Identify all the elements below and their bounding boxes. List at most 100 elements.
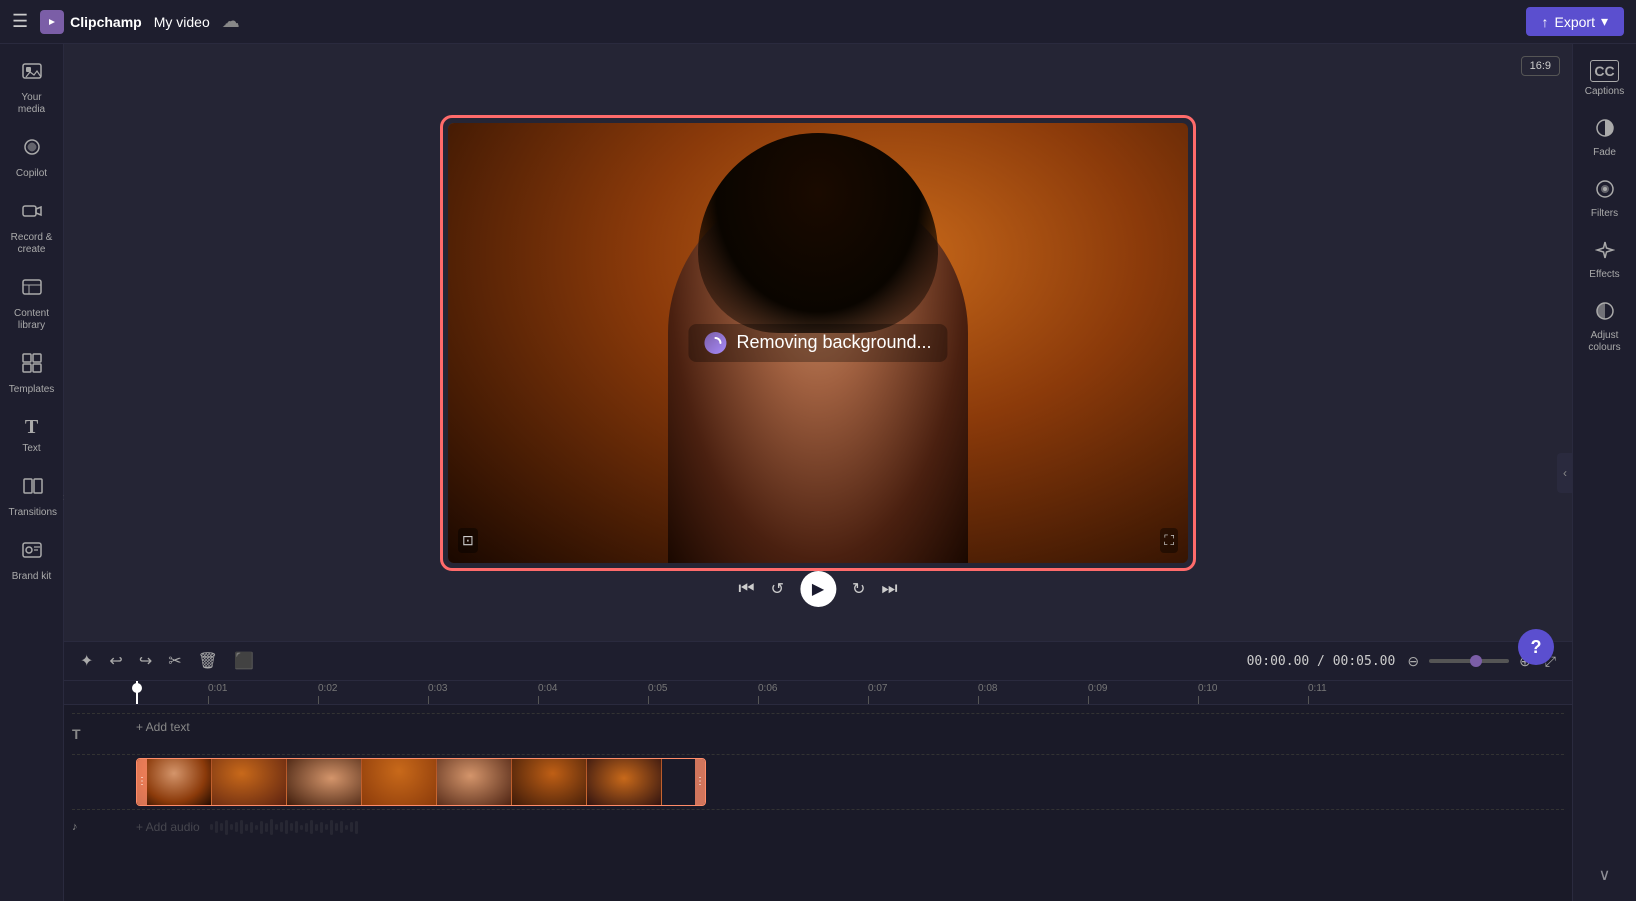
clip-handle-dots-right: ⋮ xyxy=(695,777,705,787)
clip-thumb-2 xyxy=(212,759,287,806)
ruler-mark-1: 0:01 xyxy=(208,683,318,704)
cloud-save-icon: ☁ xyxy=(222,11,240,32)
sidebar-item-templates[interactable]: Templates xyxy=(3,344,61,404)
audio-track-row: ♪ + Add audio xyxy=(64,812,1572,842)
ruler-mark-5: 0:05 xyxy=(648,683,758,704)
text-track-label: T xyxy=(72,726,136,742)
cut-button[interactable]: ✂ xyxy=(164,647,185,675)
undo-button[interactable]: ↩ xyxy=(105,647,126,675)
magic-button[interactable]: ✦ xyxy=(76,647,97,675)
sidebar-label-copilot: Copilot xyxy=(16,168,47,180)
right-sidebar-item-fade[interactable]: Fade xyxy=(1576,110,1634,167)
sidebar-item-copilot[interactable]: Copilot xyxy=(3,128,61,188)
ruler-mark-2: 0:02 xyxy=(318,683,428,704)
brand-kit-icon xyxy=(21,539,43,567)
copy-button[interactable]: ⬛ xyxy=(230,647,258,675)
track-spacer-top xyxy=(64,709,1572,711)
timeline-tracks: T + Add text ⋮ xyxy=(64,705,1572,901)
sidebar-label-transitions: Transitions xyxy=(9,507,58,519)
video-clip-strip[interactable]: ⋮ ⋮ xyxy=(136,758,706,806)
sidebar-label-templates: Templates xyxy=(9,384,55,396)
sidebar-item-record-create[interactable]: Record &create xyxy=(3,192,61,264)
aspect-ratio-badge: 16:9 xyxy=(1521,56,1560,76)
audio-waveform: + Add audio xyxy=(136,817,1564,837)
clip-thumb-7 xyxy=(587,759,662,806)
text-icon: T xyxy=(25,416,38,439)
timeline-area: 0 0:01 0:02 0:03 xyxy=(64,681,1572,901)
topbar-left: ☰ Clipchamp My video ☁ xyxy=(12,10,1526,34)
export-button[interactable]: ↑ Export ▾ xyxy=(1526,7,1625,36)
right-sidebar-item-adjust-colours[interactable]: Adjustcolours xyxy=(1576,293,1634,362)
fullscreen-area: ⛶ xyxy=(1160,528,1178,553)
skip-back-button[interactable]: ⏮ xyxy=(738,578,754,599)
menu-icon[interactable]: ☰ xyxy=(12,11,28,32)
text-track-T-icon: T xyxy=(72,726,81,742)
right-sidebar-item-captions[interactable]: CC Captions xyxy=(1576,52,1634,106)
zoom-out-button[interactable]: ⊖ xyxy=(1403,649,1423,674)
right-sidebar-item-filters[interactable]: Filters xyxy=(1576,171,1634,228)
zoom-slider[interactable] xyxy=(1429,659,1509,663)
clip-handle-right[interactable]: ⋮ xyxy=(695,759,705,805)
right-sidebar-label-filters: Filters xyxy=(1591,208,1618,220)
time-display: 00:00.00 / 00:05.00 xyxy=(1247,654,1396,669)
video-title[interactable]: My video xyxy=(154,14,210,30)
track-separator-2 xyxy=(72,754,1564,755)
export-dropdown-icon: ▾ xyxy=(1601,13,1608,30)
sidebar-item-your-media[interactable]: Your media xyxy=(3,52,61,124)
sidebar-item-transitions[interactable]: Transitions › xyxy=(3,467,61,527)
clip-thumb-1 xyxy=(137,759,212,806)
expand-down-icon: ∨ xyxy=(1599,865,1611,885)
clip-handle-left[interactable]: ⋮ xyxy=(137,759,147,805)
ruler-marks: 0 0:01 0:02 0:03 xyxy=(136,681,1418,704)
ruler-mark-3: 0:03 xyxy=(428,683,538,704)
playhead-head xyxy=(132,683,142,693)
right-sidebar-label-fade: Fade xyxy=(1593,147,1616,159)
sidebar-item-text[interactable]: T Text xyxy=(3,408,61,463)
ruler-mark-7: 0:07 xyxy=(868,683,978,704)
redo-button[interactable]: ↪ xyxy=(135,647,156,675)
content-library-icon xyxy=(21,276,43,304)
record-icon xyxy=(21,200,43,228)
right-sidebar-label-adjust-colours: Adjustcolours xyxy=(1588,330,1620,354)
timeline-ruler: 0 0:01 0:02 0:03 xyxy=(64,681,1572,705)
video-clips-track: ⋮ ⋮ xyxy=(64,757,1572,807)
right-sidebar-label-effects: Effects xyxy=(1589,269,1619,281)
sidebar-label-record: Record &create xyxy=(11,232,53,256)
skip-forward-button[interactable]: ⏭ xyxy=(881,578,897,599)
delete-button[interactable]: 🗑 xyxy=(194,647,222,675)
waveform-bars xyxy=(210,819,358,835)
sidebar-item-brand-kit[interactable]: Brand kit xyxy=(3,531,61,591)
timeline-toolbar: ✦ ↩ ↪ ✂ 🗑 ⬛ 00:00.00 / 00:05.00 ⊖ ⊕ ⤢ xyxy=(64,641,1572,681)
add-audio-button[interactable]: + Add audio xyxy=(136,820,200,834)
help-button[interactable]: ? xyxy=(1518,629,1554,665)
transitions-icon xyxy=(22,475,44,503)
clip-thumb-4 xyxy=(362,759,437,806)
right-sidebar-label-captions: Captions xyxy=(1585,86,1624,98)
processing-spinner xyxy=(704,332,726,354)
templates-icon xyxy=(21,352,43,380)
clips-content: ⋮ ⋮ xyxy=(136,757,706,807)
right-sidebar-collapse-handle[interactable]: ‹ xyxy=(1557,453,1573,493)
topbar: ☰ Clipchamp My video ☁ ↑ Export ▾ xyxy=(0,0,1636,44)
main-layout: Your media Copilot Record &create xyxy=(0,44,1636,901)
right-sidebar-expand-button[interactable]: ∨ xyxy=(1576,857,1634,893)
removing-background-text: Removing background... xyxy=(736,332,931,353)
playback-controls: ⏮ ↺ ▶ ↻ ⏭ xyxy=(738,571,897,607)
rewind-button[interactable]: ↺ xyxy=(771,579,784,599)
add-text-button[interactable]: + Add text xyxy=(136,720,190,734)
app-name: Clipchamp xyxy=(70,14,142,30)
clip-thumb-6 xyxy=(512,759,587,806)
track-separator-1 xyxy=(72,713,1564,714)
sidebar-label-your-media: Your media xyxy=(7,92,57,116)
right-sidebar-item-effects[interactable]: Effects xyxy=(1576,232,1634,289)
add-audio-label: + Add audio xyxy=(136,820,200,834)
play-button[interactable]: ▶ xyxy=(800,571,836,607)
preview-video[interactable]: Removing background... ⊡ ⛶ xyxy=(448,123,1188,563)
fast-forward-button[interactable]: ↻ xyxy=(852,579,865,599)
topbar-right: ↑ Export ▾ xyxy=(1526,7,1625,36)
fullscreen-button[interactable]: ⛶ xyxy=(1160,528,1178,553)
sidebar-item-content-library[interactable]: Contentlibrary xyxy=(3,268,61,340)
ruler-mark-11: 0:11 xyxy=(1308,683,1418,704)
ruler-mark-6: 0:06 xyxy=(758,683,868,704)
video-preview-icon-btn[interactable]: ⊡ xyxy=(458,528,478,553)
